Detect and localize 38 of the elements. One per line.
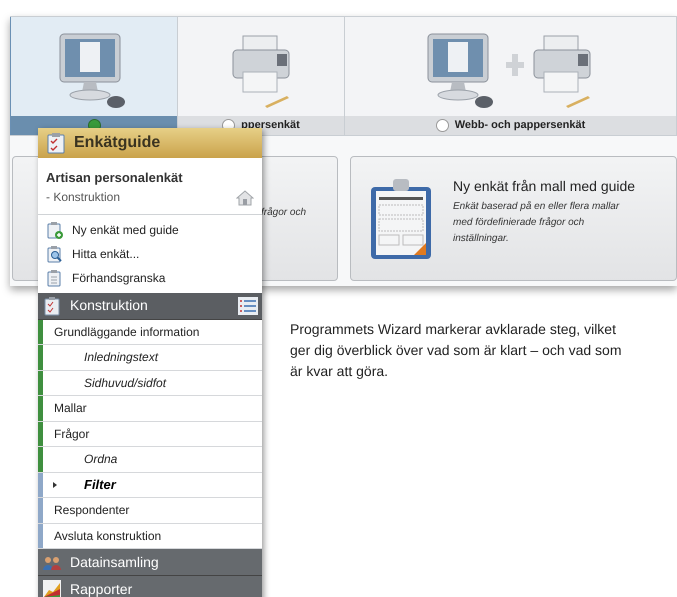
survey-type-option[interactable] [10,17,178,135]
clipboard-plus-icon [46,220,64,238]
list-icon [238,296,258,314]
clipboard-search-icon [46,244,64,262]
clipboard-checklist-icon [42,296,62,316]
home-icon[interactable] [236,190,254,206]
option-label: ppersenkät [241,118,300,134]
wizard-action-link[interactable]: Förhandsgranska [72,268,166,286]
step-item[interactable]: Frågor [43,422,262,446]
step-item[interactable]: Sidhuvud/sidfot [43,370,262,395]
current-step-icon [53,482,57,488]
card-title: Ny enkät från mall med guide [453,177,636,196]
survey-name: Artisan personalenkät [46,169,184,187]
wizard-action-link[interactable]: Ny enkät med guide [72,220,179,238]
survey-option-card[interactable]: Ny enkät från mall med guide Enkät baserad på en eller flera mallar med fördefinierade frågor och inställningar. [350,156,677,281]
clipboard-form-icon [369,176,433,260]
step-item[interactable]: Mallar [43,396,262,420]
step-item[interactable]: Ordna [43,447,262,472]
step-item[interactable]: Inledningstext [43,345,262,370]
step-item[interactable]: Filter [43,472,262,497]
card-description: frågor och [261,206,308,220]
wizard-title: Enkätguide [74,133,160,153]
radio-button[interactable] [436,119,449,132]
survey-type-option[interactable]: ppersenkät [178,17,345,135]
step-item[interactable]: Respondenter [43,498,262,522]
section-header[interactable]: Rapporter [38,576,262,597]
clipboard-checklist-icon [46,132,66,154]
chart-icon [42,579,62,597]
section-header[interactable]: Konstruktion [38,292,262,320]
caption-text: Programmets Wizard markerar avklarade steg, vilket ger dig överblick över vad som är klart – och vad som är kvar att göra. [290,320,622,381]
step-item[interactable]: Grundläggande information [43,320,262,344]
step-item[interactable]: Avsluta konstruktion [43,524,262,548]
card-description: Enkät baserad på en eller flera mallar med fördefinierade frågor och inställningar. [453,200,620,246]
section-header[interactable]: Datainsamling [38,549,262,576]
survey-phase: - Konstruktion [46,188,122,206]
survey-type-option[interactable]: Webb- och pappersenkät [345,17,677,135]
option-label: Webb- och pappersenkät [454,118,586,134]
wizard-action-link[interactable]: Hitta enkät... [72,244,140,262]
